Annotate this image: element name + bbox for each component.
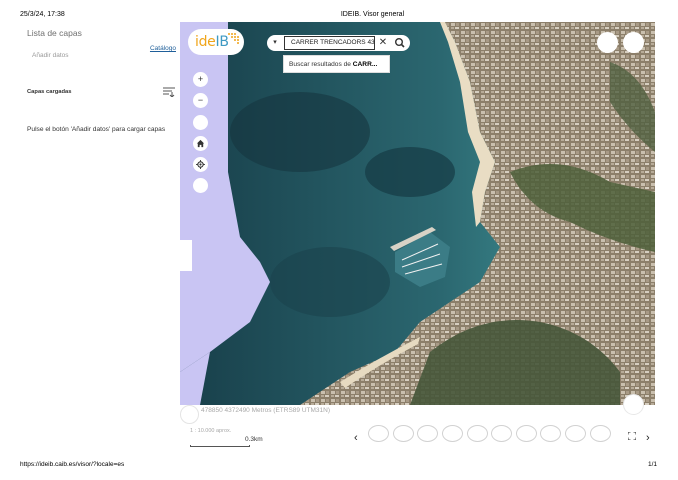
scale-bar-label: 0.3km (245, 436, 263, 443)
scale-ratio: 1 : 10.000 aprox. (190, 428, 232, 434)
logo-dots-icon (228, 33, 239, 44)
fullscreen-icon[interactable] (628, 432, 636, 440)
scale-bar (190, 445, 250, 447)
catalog-link[interactable]: Catálogo (150, 45, 176, 52)
search-input[interactable]: CARRER TRENCADORS 43 ( (284, 36, 375, 50)
basemap-thumb[interactable] (368, 425, 389, 442)
logo-text-ide: ide (195, 34, 216, 50)
basemap-thumb[interactable] (516, 425, 537, 442)
slider-handle[interactable] (180, 405, 199, 424)
basemap-thumb[interactable] (590, 425, 611, 442)
map-tool-button-2[interactable] (193, 178, 208, 193)
map-footer: 478850 4372490 Metros (ETRS89 UTM31N) 1 … (180, 394, 655, 456)
empty-layers-message: Pulse el botón 'Añadir datos' para carga… (27, 126, 166, 133)
basemap-prev-button[interactable]: ‹ (354, 432, 358, 444)
layer-list-panel: Lista de capas Catálogo Añadir datos Cap… (22, 22, 180, 456)
suggestion-prefix: Buscar resultados de (289, 61, 353, 68)
print-datetime: 25/3/24, 17:38 (20, 11, 65, 18)
add-data-button[interactable]: Añadir datos (32, 52, 69, 59)
zoom-out-button[interactable]: − (193, 93, 208, 108)
basemap-thumb[interactable] (491, 425, 512, 442)
panel-title: Lista de capas (27, 28, 82, 38)
search-source-dropdown[interactable]: ▾ (267, 35, 283, 51)
search-suggestion[interactable]: Buscar resultados de CARR... (283, 55, 390, 73)
basemap-thumb[interactable] (565, 425, 586, 442)
home-button[interactable] (193, 136, 208, 151)
panel-collapse-tab[interactable] (180, 240, 192, 271)
basemap-thumb[interactable] (417, 425, 438, 442)
ideib-logo: ideIB (188, 29, 244, 55)
zoom-in-button[interactable]: + (193, 72, 208, 87)
filter-list-icon[interactable] (163, 87, 175, 97)
basemap-next-button[interactable]: › (646, 432, 650, 444)
basemap-thumb[interactable] (540, 425, 561, 442)
print-url: https://ideib.caib.es/visor/?locale=es (20, 461, 125, 468)
basemap-thumb[interactable] (467, 425, 488, 442)
suggestion-term: CARR... (352, 61, 378, 68)
home-icon (196, 139, 205, 148)
clear-search-icon[interactable]: ✕ (378, 35, 388, 51)
print-page-title: IDEIB. Visor general (340, 11, 405, 18)
search-icon[interactable] (391, 35, 409, 51)
locate-button[interactable] (193, 157, 208, 172)
basemap-thumb[interactable] (393, 425, 414, 442)
widget-button-2[interactable] (623, 32, 644, 53)
widget-button-1[interactable] (597, 32, 618, 53)
map-view[interactable]: ideIB ▾ CARRER TRENCADORS 43 ( ✕ Buscar … (180, 22, 655, 405)
coordinates-readout: 478850 4372490 Metros (ETRS89 UTM31N) (201, 407, 330, 414)
attribution-button[interactable] (623, 394, 644, 415)
print-page-count: 1/1 (647, 461, 657, 468)
aerial-imagery (180, 22, 655, 405)
loaded-layers-label: Capas cargadas (27, 89, 72, 95)
crosshair-icon (196, 160, 205, 169)
basemap-thumb[interactable] (442, 425, 463, 442)
map-tool-button[interactable] (193, 115, 208, 130)
search-bar: ▾ CARRER TRENCADORS 43 ( ✕ (267, 35, 410, 51)
